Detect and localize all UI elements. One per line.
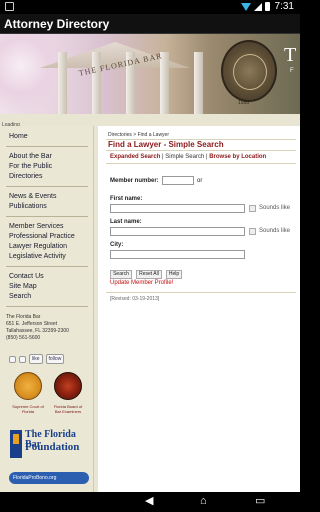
bar-address: The Florida Bar 651 E. Jefferson Street …: [6, 314, 69, 342]
last-sounds-like-label: Sounds like: [259, 228, 291, 234]
last-name-label: Last name:: [110, 219, 142, 225]
probono-badge[interactable]: FloridaProBono.org: [9, 472, 89, 484]
sidebar-item-professional-practice[interactable]: Professional Practice: [9, 232, 75, 242]
supreme-court-caption: Supreme Court of Florida: [12, 404, 44, 414]
sidebar-item-sitemap[interactable]: Site Map: [9, 282, 44, 292]
bar-examiners-caption: Florida Board of Bar Examiners: [53, 404, 83, 414]
sidebar-item-lawyer-regulation[interactable]: Lawyer Regulation: [9, 242, 75, 252]
sidebar-item-public[interactable]: For the Public: [9, 162, 52, 172]
reset-all-button[interactable]: Reset All: [136, 270, 162, 279]
browse-location-link[interactable]: Browse by Location: [209, 154, 266, 160]
header-banner[interactable]: THE FLORIDA BAR 1950 T F: [0, 34, 300, 114]
sidebar-item-contact[interactable]: Contact Us: [9, 272, 44, 282]
status-icons: 7:31: [240, 1, 294, 12]
city-label: City:: [110, 242, 124, 248]
banner-side-subtext: F: [290, 68, 294, 74]
sidebar-group-member: Member Services Professional Practice La…: [9, 222, 75, 262]
sidebar-item-member-services[interactable]: Member Services: [9, 222, 75, 232]
city-input[interactable]: [110, 250, 245, 259]
battery-icon: [264, 2, 270, 11]
expanded-search-link[interactable]: Expanded Search: [110, 154, 160, 160]
sidebar-divider: [6, 266, 88, 267]
sidebar-item-news[interactable]: News & Events: [9, 192, 56, 202]
sidebar-divider: [6, 216, 88, 217]
update-profile-link[interactable]: Update Member Profile!: [110, 280, 173, 286]
column: [92, 52, 101, 114]
webview[interactable]: THE FLORIDA BAR 1950 T F Loading Home Ab…: [0, 34, 300, 492]
simple-search-link[interactable]: Simple Search: [165, 154, 204, 160]
search-button[interactable]: Search: [110, 270, 132, 279]
divider: [106, 292, 296, 293]
sidebar-divider: [6, 186, 88, 187]
column: [194, 52, 203, 114]
clock: 7:31: [274, 1, 294, 12]
revised-date: [Revised: 03-19-2013]: [110, 296, 160, 302]
banner-side-text: T: [284, 44, 297, 66]
foundation-mark: [10, 430, 22, 458]
sidebar-group-contact: Contact Us Site Map Search: [9, 272, 44, 302]
sidebar-divider: [6, 146, 88, 147]
notification-icon: [5, 2, 14, 11]
app-title: Attorney Directory: [4, 17, 110, 31]
seal-year: 1950: [238, 100, 250, 106]
wifi-icon: [240, 2, 251, 11]
or-text: or: [197, 178, 203, 184]
florida-bar-seal: [221, 40, 277, 102]
email-icon[interactable]: [19, 355, 26, 363]
column: [58, 52, 67, 114]
help-button[interactable]: Help: [166, 270, 182, 279]
address-line: The Florida Bar: [6, 314, 41, 320]
sidebar-item-search[interactable]: Search: [9, 292, 44, 302]
sidebar-item-directories[interactable]: Directories: [9, 172, 52, 182]
column: [160, 52, 169, 114]
first-sounds-like-checkbox[interactable]: [249, 205, 256, 212]
first-sounds-like-label: Sounds like: [259, 205, 291, 211]
system-nav-bar: ◀ ⌂ ▭: [0, 492, 300, 512]
sidebar-item-home[interactable]: Home: [9, 132, 28, 142]
sidebar-group-home: Home: [9, 132, 28, 142]
address-line: Tallahassee, FL 32399-2300: [6, 328, 69, 334]
recent-apps-icon[interactable]: ▭: [255, 496, 265, 507]
member-number-input[interactable]: [162, 176, 194, 185]
address-line: 651 E. Jefferson Street: [6, 321, 58, 327]
address-line: (850) 561-5600: [6, 335, 41, 341]
page-title: Find a Lawyer - Simple Search: [108, 140, 224, 149]
status-bar: 7:31: [0, 0, 300, 14]
divider: [106, 163, 296, 164]
print-icon[interactable]: [9, 355, 16, 363]
home-icon[interactable]: ⌂: [200, 496, 207, 507]
last-name-input[interactable]: [110, 227, 245, 236]
twitter-follow-button[interactable]: follow: [45, 354, 65, 364]
first-name-label: First name:: [110, 196, 143, 202]
sidebar-item-publications[interactable]: Publications: [9, 202, 56, 212]
back-icon[interactable]: ◀: [145, 496, 153, 507]
search-mode-links: Expanded Search | Simple Search | Browse…: [110, 154, 266, 160]
sidebar: Home About the Bar For the Public Direct…: [0, 126, 94, 492]
main-content: Directories > Find a Lawyer Find a Lawye…: [98, 126, 300, 492]
foundation-line2: Foundation: [25, 441, 80, 453]
sidebar-group-about: About the Bar For the Public Directories: [9, 152, 52, 182]
foundation-logo[interactable]: The Florida Bar Foundation: [10, 430, 90, 460]
first-name-input[interactable]: [110, 204, 245, 213]
last-sounds-like-checkbox[interactable]: [249, 228, 256, 235]
sidebar-divider: [6, 306, 88, 307]
signal-icon: [253, 2, 262, 11]
facebook-like-button[interactable]: like: [29, 354, 43, 364]
social-links: like follow: [9, 354, 65, 364]
sidebar-item-about[interactable]: About the Bar: [9, 152, 52, 162]
supreme-court-logo[interactable]: [14, 372, 42, 400]
bar-examiners-logo[interactable]: [54, 372, 82, 400]
sidebar-group-news: News & Events Publications: [9, 192, 56, 212]
breadcrumb[interactable]: Directories > Find a Lawyer: [108, 132, 169, 138]
sidebar-item-legislative[interactable]: Legislative Activity: [9, 252, 75, 262]
divider: [106, 150, 296, 151]
app-title-bar: Attorney Directory: [0, 14, 300, 34]
member-number-label: Member number:: [110, 178, 159, 184]
